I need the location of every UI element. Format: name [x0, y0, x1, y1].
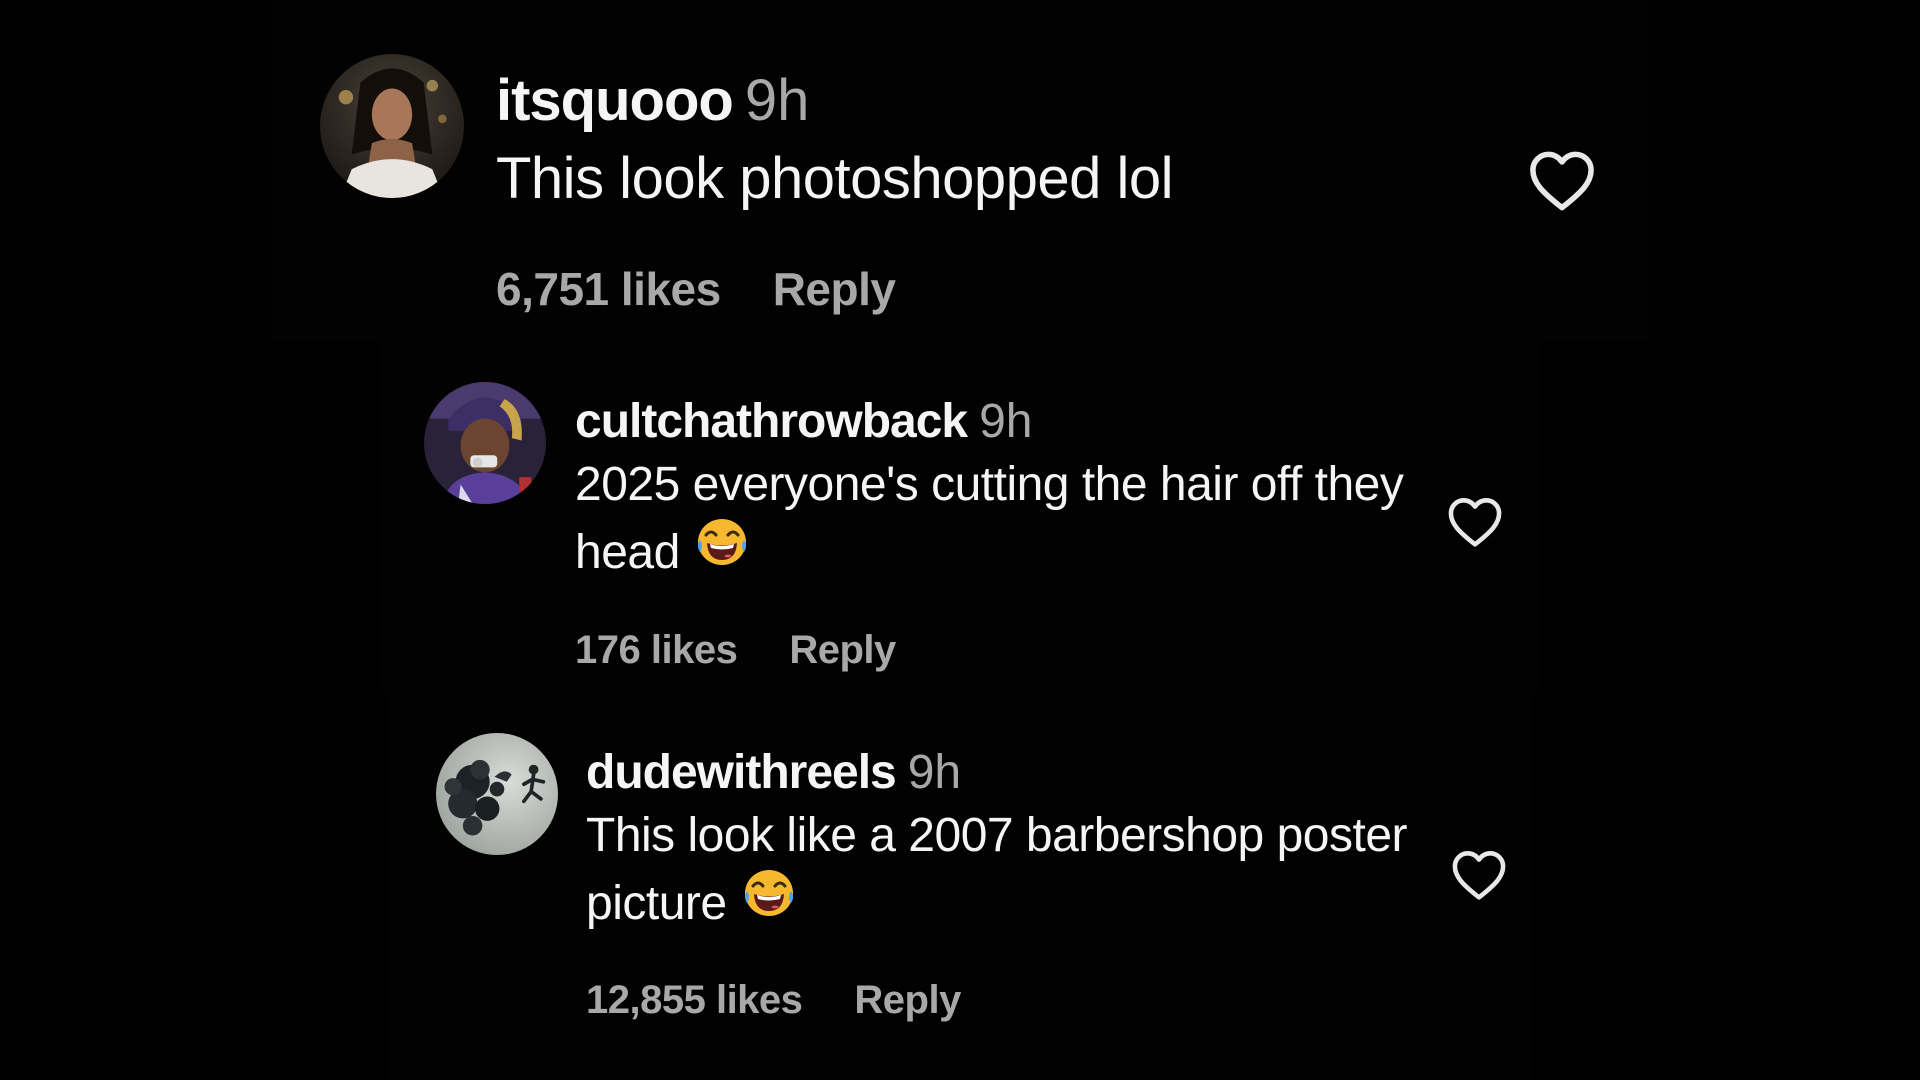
comment-header: dudewithreels 9h [586, 749, 961, 797]
comments-screen: itsquooo 9h This look photoshopped lol 6,… [0, 0, 1920, 1080]
comment-text: This look like a 2007 barbershop poster … [586, 802, 1426, 942]
avatar[interactable] [436, 733, 558, 855]
likes-count[interactable]: 176 likes [575, 628, 738, 672]
reply-button[interactable]: Reply [854, 978, 961, 1022]
comment-actions: 176 likes Reply [575, 630, 896, 670]
face-with-tears-of-joy-icon [694, 516, 750, 587]
username-link[interactable]: cultchathrowback [575, 395, 968, 448]
heart-outline-icon[interactable] [1446, 495, 1504, 548]
likes-count[interactable]: 6,751 likes [496, 263, 721, 315]
comment-text: This look photoshopped lol [496, 138, 1174, 220]
timestamp: 9h [744, 68, 810, 133]
timestamp: 9h [907, 746, 962, 799]
profile-photo-avatar [436, 733, 558, 855]
timestamp: 9h [979, 395, 1033, 448]
reply-button[interactable]: Reply [789, 628, 896, 672]
comment-body: This look like a 2007 barbershop poster … [586, 809, 1408, 931]
comment-text: 2025 everyone's cutting the hair off the… [575, 451, 1455, 591]
comment-body: This look photoshopped lol [496, 146, 1174, 211]
avatar[interactable] [424, 382, 546, 504]
face-with-tears-of-joy-icon [741, 867, 797, 938]
username-link[interactable]: itsquooo [496, 68, 734, 133]
heart-outline-icon[interactable] [1527, 148, 1597, 212]
likes-count[interactable]: 12,855 likes [586, 978, 803, 1022]
comment-actions: 12,855 likes Reply [586, 980, 961, 1020]
username-link[interactable]: dudewithreels [586, 746, 897, 799]
comment-header: itsquooo 9h [496, 72, 809, 130]
comment-header: cultchathrowback 9h [575, 398, 1032, 446]
profile-photo-avatar [424, 382, 546, 504]
reply-button[interactable]: Reply [773, 263, 896, 315]
profile-photo-avatar [320, 54, 464, 198]
avatar[interactable] [320, 54, 464, 198]
comment-actions: 6,751 likes Reply [496, 263, 896, 315]
heart-outline-icon[interactable] [1450, 848, 1508, 901]
